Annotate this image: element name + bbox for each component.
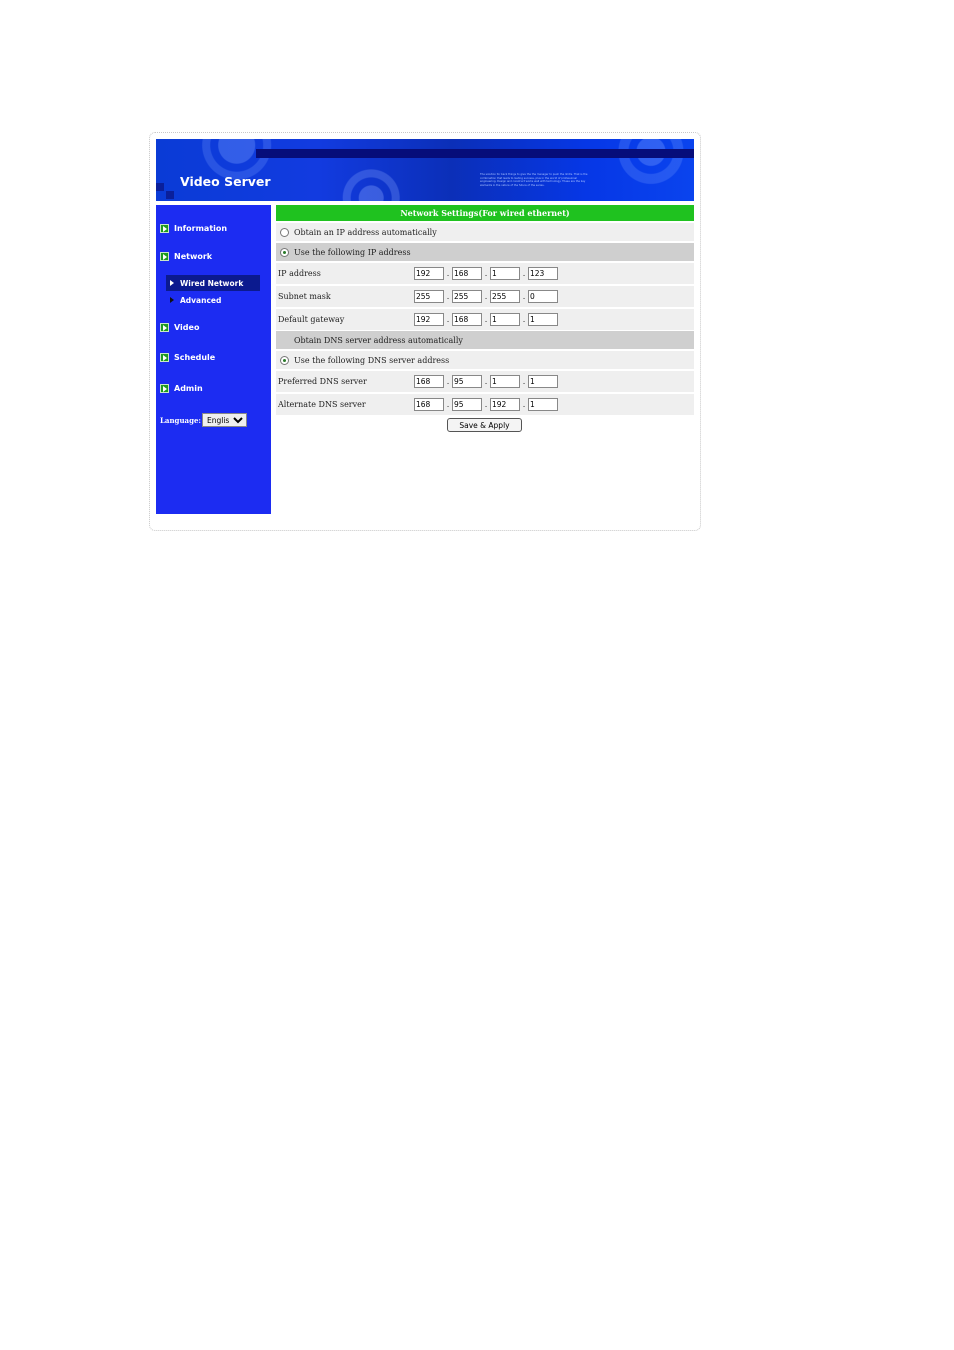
sidebar-subitem-label: Wired Network <box>180 278 244 288</box>
section-header: Network Settings(For wired ethernet) <box>276 205 694 221</box>
arrow-icon <box>160 352 169 362</box>
language-select[interactable]: English <box>202 413 247 427</box>
arrow-icon <box>160 322 169 332</box>
obtain-ip-auto-row: Obtain an IP address automatically <box>276 223 694 241</box>
ip-octet-3[interactable] <box>490 267 520 280</box>
app-title: Video Server <box>180 174 271 189</box>
obtain-ip-auto-radio[interactable] <box>280 227 289 237</box>
banner-square <box>156 183 164 191</box>
default-gateway-row: Default gateway . . . <box>276 309 694 330</box>
preferred-dns-fields: . . . <box>414 375 558 388</box>
gateway-octet-2[interactable] <box>452 313 482 326</box>
alternate-dns-fields: . . . <box>414 398 558 411</box>
banner-band <box>256 149 694 158</box>
dot-separator: . <box>484 315 488 324</box>
pref-dns-octet-2[interactable] <box>452 375 482 388</box>
ip-address-row: IP address . . . <box>276 263 694 284</box>
alt-dns-octet-3[interactable] <box>490 398 520 411</box>
ip-octet-1[interactable] <box>414 267 444 280</box>
subnet-mask-fields: . . . <box>414 290 558 303</box>
use-dns-row: Use the following DNS server address <box>276 351 694 369</box>
pref-dns-octet-1[interactable] <box>414 375 444 388</box>
dot-separator: . <box>522 292 526 301</box>
dot-separator: . <box>522 269 526 278</box>
pref-dns-octet-3[interactable] <box>490 375 520 388</box>
use-dns-radio[interactable] <box>280 355 289 365</box>
banner-square <box>166 191 174 199</box>
dot-separator: . <box>446 315 450 324</box>
use-dns-label: Use the following DNS server address <box>294 355 450 365</box>
sidebar-item-label: Information <box>174 223 228 233</box>
sidebar-item-network[interactable]: Network <box>160 249 212 263</box>
subnet-octet-4[interactable] <box>528 290 558 303</box>
banner-blurb: The solution for back things to give the… <box>480 173 588 187</box>
obtain-dns-auto-row: Obtain DNS server address automatically <box>276 331 694 349</box>
sidebar-item-label: Schedule <box>174 352 216 362</box>
dot-separator: . <box>484 400 488 409</box>
alternate-dns-label: Alternate DNS server <box>278 400 366 409</box>
pref-dns-octet-4[interactable] <box>528 375 558 388</box>
ip-address-label: IP address <box>278 269 321 278</box>
subnet-octet-1[interactable] <box>414 290 444 303</box>
subnet-octet-2[interactable] <box>452 290 482 303</box>
triangle-right-icon <box>170 297 174 303</box>
banner: Video Server The solution for back thing… <box>156 139 694 201</box>
obtain-dns-auto-radio[interactable] <box>280 336 289 345</box>
save-apply-button[interactable]: Save & Apply <box>447 418 522 432</box>
ip-address-fields: . . . <box>414 267 558 280</box>
dot-separator: . <box>446 269 450 278</box>
dot-separator: . <box>446 377 450 386</box>
sidebar-subitem-label: Advanced <box>180 295 222 305</box>
sidebar-item-schedule[interactable]: Schedule <box>160 350 215 364</box>
gateway-octet-4[interactable] <box>528 313 558 326</box>
sidebar-item-label: Admin <box>174 383 203 393</box>
sidebar-item-label: Video <box>174 322 200 332</box>
alt-dns-octet-1[interactable] <box>414 398 444 411</box>
dot-separator: . <box>446 292 450 301</box>
preferred-dns-row: Preferred DNS server . . . <box>276 371 694 392</box>
obtain-dns-auto-label: Obtain DNS server address automatically <box>294 335 463 345</box>
obtain-ip-auto-label: Obtain an IP address automatically <box>294 227 437 237</box>
ip-octet-4[interactable] <box>528 267 558 280</box>
sidebar-item-label: Network <box>174 251 213 261</box>
subnet-octet-3[interactable] <box>490 290 520 303</box>
use-ip-label: Use the following IP address <box>294 247 411 257</box>
triangle-right-icon <box>170 280 174 286</box>
ip-octet-2[interactable] <box>452 267 482 280</box>
gateway-octet-3[interactable] <box>490 313 520 326</box>
default-gateway-label: Default gateway <box>278 315 345 324</box>
alternate-dns-row: Alternate DNS server . . . <box>276 394 694 415</box>
use-ip-row: Use the following IP address <box>276 243 694 261</box>
dot-separator: . <box>484 377 488 386</box>
sidebar-item-video[interactable]: Video <box>160 320 199 334</box>
dot-separator: . <box>522 315 526 324</box>
dot-separator: . <box>446 400 450 409</box>
gateway-octet-1[interactable] <box>414 313 444 326</box>
arrow-icon <box>160 251 169 261</box>
use-ip-radio[interactable] <box>280 247 289 257</box>
dot-separator: . <box>484 269 488 278</box>
sidebar-item-information[interactable]: Information <box>160 221 227 235</box>
dot-separator: . <box>522 377 526 386</box>
sidebar-subitem-wired-network[interactable]: Wired Network <box>166 275 260 291</box>
default-gateway-fields: . . . <box>414 313 558 326</box>
dot-separator: . <box>484 292 488 301</box>
arrow-icon <box>160 383 169 393</box>
language-selector: Language: English <box>160 413 247 427</box>
arrow-icon <box>160 223 169 233</box>
alt-dns-octet-4[interactable] <box>528 398 558 411</box>
sidebar-subitem-advanced[interactable]: Advanced <box>166 292 260 308</box>
alt-dns-octet-2[interactable] <box>452 398 482 411</box>
sidebar-item-admin[interactable]: Admin <box>160 381 203 395</box>
subnet-mask-label: Subnet mask <box>278 292 331 301</box>
language-label: Language: <box>160 415 201 425</box>
subnet-mask-row: Subnet mask . . . <box>276 286 694 307</box>
dot-separator: . <box>522 400 526 409</box>
preferred-dns-label: Preferred DNS server <box>278 377 367 386</box>
